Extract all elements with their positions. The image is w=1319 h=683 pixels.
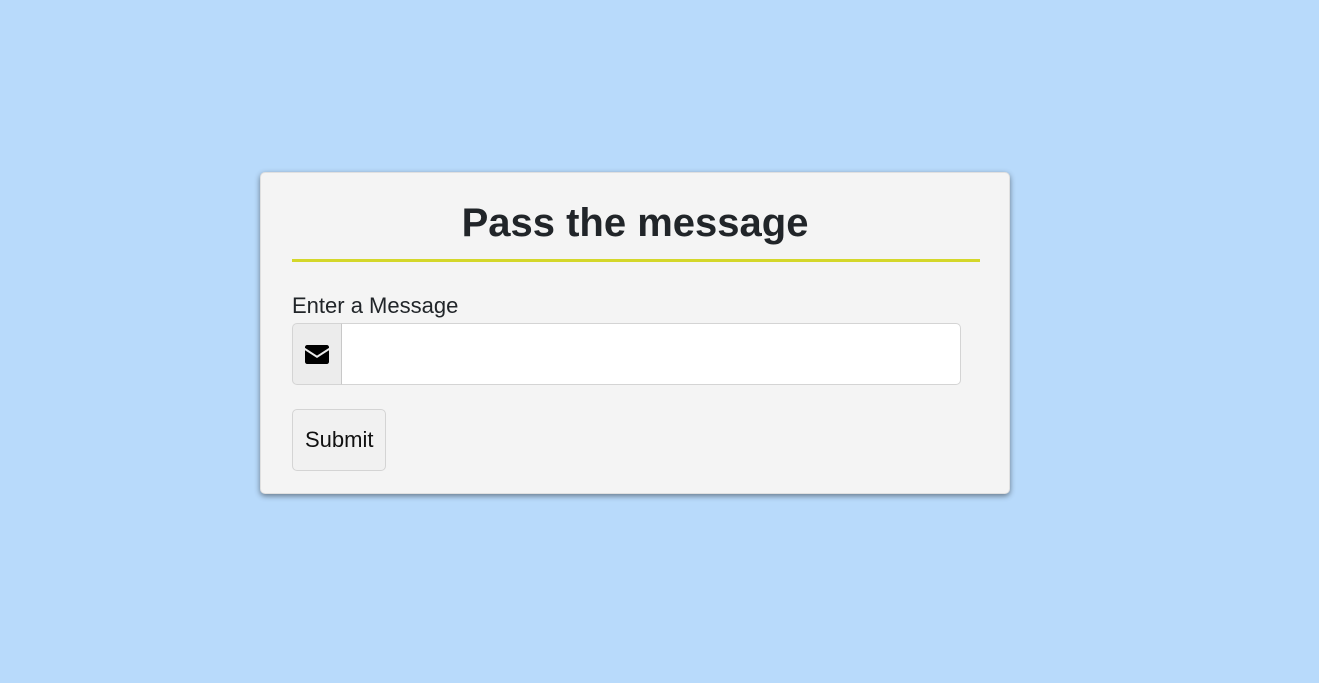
page-title: Pass the message (461, 201, 809, 245)
message-input-group (292, 323, 961, 385)
submit-button[interactable]: Submit (292, 409, 387, 471)
envelope-icon (292, 323, 342, 385)
message-card: Pass the message Enter a Message Submit (260, 172, 1010, 494)
title-divider (292, 259, 980, 262)
message-label: Enter a Message (292, 293, 459, 318)
message-input[interactable] (342, 323, 961, 385)
